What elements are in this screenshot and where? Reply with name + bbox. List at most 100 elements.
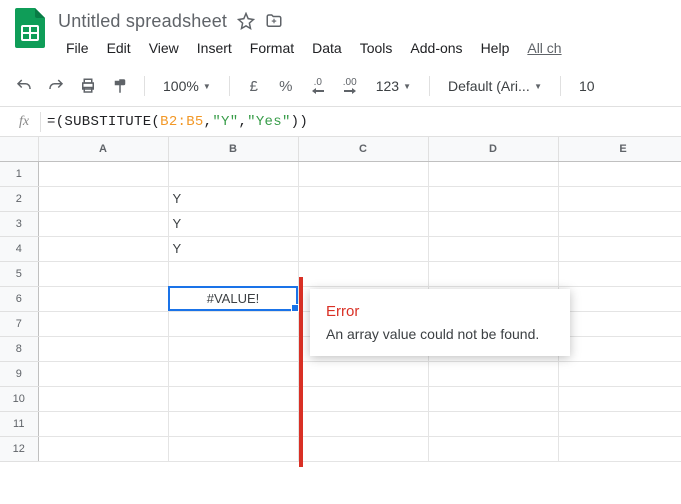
menu-insert[interactable]: Insert xyxy=(189,36,240,60)
menu-format[interactable]: Format xyxy=(242,36,302,60)
cell[interactable] xyxy=(168,161,298,186)
cell[interactable] xyxy=(298,186,428,211)
row-header[interactable]: 2 xyxy=(0,186,38,211)
cell[interactable] xyxy=(38,211,168,236)
fx-icon[interactable]: fx xyxy=(8,114,40,130)
cell[interactable] xyxy=(168,311,298,336)
font-size-dropdown[interactable]: 10 xyxy=(571,72,603,100)
cell[interactable] xyxy=(428,186,558,211)
cell[interactable] xyxy=(558,186,681,211)
row-header[interactable]: 7 xyxy=(0,311,38,336)
menu-help[interactable]: Help xyxy=(473,36,518,60)
cell-b6[interactable]: #VALUE! xyxy=(168,286,298,311)
cell[interactable] xyxy=(298,236,428,261)
row-header[interactable]: 4 xyxy=(0,236,38,261)
cell[interactable] xyxy=(38,236,168,261)
move-icon[interactable] xyxy=(265,12,283,30)
row-header[interactable]: 3 xyxy=(0,211,38,236)
cell[interactable] xyxy=(298,211,428,236)
row-header[interactable]: 8 xyxy=(0,336,38,361)
percent-button[interactable]: % xyxy=(272,72,300,100)
menu-data[interactable]: Data xyxy=(304,36,350,60)
cell[interactable] xyxy=(558,336,681,361)
cell-b2[interactable]: Y xyxy=(168,186,298,211)
cell[interactable] xyxy=(558,386,681,411)
cell[interactable] xyxy=(428,211,558,236)
cell[interactable] xyxy=(38,286,168,311)
col-header-a[interactable]: A xyxy=(38,137,168,161)
cell[interactable] xyxy=(168,361,298,386)
cell[interactable] xyxy=(428,386,558,411)
menu-view[interactable]: View xyxy=(141,36,187,60)
cell[interactable] xyxy=(428,236,558,261)
cell[interactable] xyxy=(298,386,428,411)
cell[interactable] xyxy=(298,436,428,461)
star-icon[interactable] xyxy=(237,12,255,30)
print-button[interactable] xyxy=(74,72,102,100)
menu-file[interactable]: File xyxy=(58,36,97,60)
col-header-b[interactable]: B xyxy=(168,137,298,161)
menu-edit[interactable]: Edit xyxy=(99,36,139,60)
cell-b3[interactable]: Y xyxy=(168,211,298,236)
spreadsheet-grid[interactable]: A B C D E 1 2Y 3Y 4Y 5 6#VALUE! 7 8 9 10… xyxy=(0,137,681,462)
decrease-decimal-button[interactable]: .0 xyxy=(304,72,332,100)
cell[interactable] xyxy=(428,261,558,286)
paint-format-button[interactable] xyxy=(106,72,134,100)
increase-decimal-button[interactable]: .00 xyxy=(336,72,364,100)
number-format-dropdown[interactable]: 123▼ xyxy=(368,72,419,100)
cell[interactable] xyxy=(168,436,298,461)
row-header[interactable]: 6 xyxy=(0,286,38,311)
cell[interactable] xyxy=(298,261,428,286)
col-header-e[interactable]: E xyxy=(558,137,681,161)
cell[interactable] xyxy=(558,286,681,311)
cell[interactable] xyxy=(38,186,168,211)
cell[interactable] xyxy=(38,261,168,286)
cell[interactable] xyxy=(38,386,168,411)
menu-tools[interactable]: Tools xyxy=(352,36,401,60)
row-header[interactable]: 11 xyxy=(0,411,38,436)
row-header[interactable]: 5 xyxy=(0,261,38,286)
cell[interactable] xyxy=(38,361,168,386)
cell[interactable] xyxy=(168,386,298,411)
font-dropdown[interactable]: Default (Ari...▼ xyxy=(440,72,550,100)
cell[interactable] xyxy=(558,361,681,386)
doc-title[interactable]: Untitled spreadsheet xyxy=(58,11,227,32)
redo-button[interactable] xyxy=(42,72,70,100)
cell[interactable] xyxy=(558,436,681,461)
cell[interactable] xyxy=(558,236,681,261)
sheets-logo-icon[interactable] xyxy=(10,8,50,48)
cell[interactable] xyxy=(558,261,681,286)
formula-input[interactable]: =(SUBSTITUTE(B2:B5,"Y","Yes")) xyxy=(47,114,308,130)
cell[interactable] xyxy=(38,411,168,436)
undo-button[interactable] xyxy=(10,72,38,100)
cell[interactable] xyxy=(38,311,168,336)
cell[interactable] xyxy=(428,361,558,386)
row-header[interactable]: 1 xyxy=(0,161,38,186)
cell[interactable] xyxy=(168,261,298,286)
cell[interactable] xyxy=(38,436,168,461)
cell[interactable] xyxy=(428,436,558,461)
cell[interactable] xyxy=(428,161,558,186)
row-header[interactable]: 10 xyxy=(0,386,38,411)
row-header[interactable]: 12 xyxy=(0,436,38,461)
cell[interactable] xyxy=(558,311,681,336)
col-header-d[interactable]: D xyxy=(428,137,558,161)
cell[interactable] xyxy=(428,411,558,436)
cell[interactable] xyxy=(558,161,681,186)
zoom-dropdown[interactable]: 100%▼ xyxy=(155,72,219,100)
cell[interactable] xyxy=(38,336,168,361)
cell[interactable] xyxy=(558,211,681,236)
col-header-c[interactable]: C xyxy=(298,137,428,161)
menu-addons[interactable]: Add-ons xyxy=(402,36,470,60)
row-header[interactable]: 9 xyxy=(0,361,38,386)
menu-more[interactable]: All ch xyxy=(519,36,569,60)
cell[interactable] xyxy=(298,161,428,186)
cell[interactable] xyxy=(168,411,298,436)
select-all-corner[interactable] xyxy=(0,137,38,161)
cell[interactable] xyxy=(168,336,298,361)
currency-button[interactable]: £ xyxy=(240,72,268,100)
cell[interactable] xyxy=(38,161,168,186)
cell[interactable] xyxy=(298,361,428,386)
cell[interactable] xyxy=(298,411,428,436)
cell[interactable] xyxy=(558,411,681,436)
